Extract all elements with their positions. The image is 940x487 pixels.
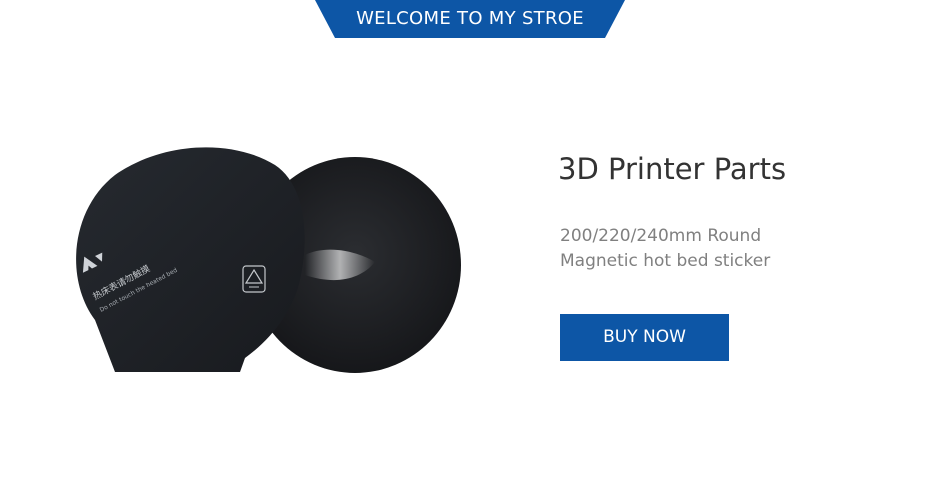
buy-now-button[interactable]: BUY NOW	[560, 314, 729, 361]
banner-text: WELCOME TO MY STROE	[356, 8, 584, 29]
welcome-banner: WELCOME TO MY STROE	[315, 0, 625, 38]
product-description-line-2: Magnetic hot bed sticker	[560, 251, 771, 271]
product-description-line-1: 200/220/240mm Round	[560, 226, 762, 246]
front-sheet	[76, 147, 305, 372]
product-image: 热床表请勿触摸 Do not touch the heated bed	[55, 140, 475, 390]
product-title: 3D Printer Parts	[558, 152, 787, 186]
product-description: 200/220/240mm Round Magnetic hot bed sti…	[560, 224, 770, 274]
